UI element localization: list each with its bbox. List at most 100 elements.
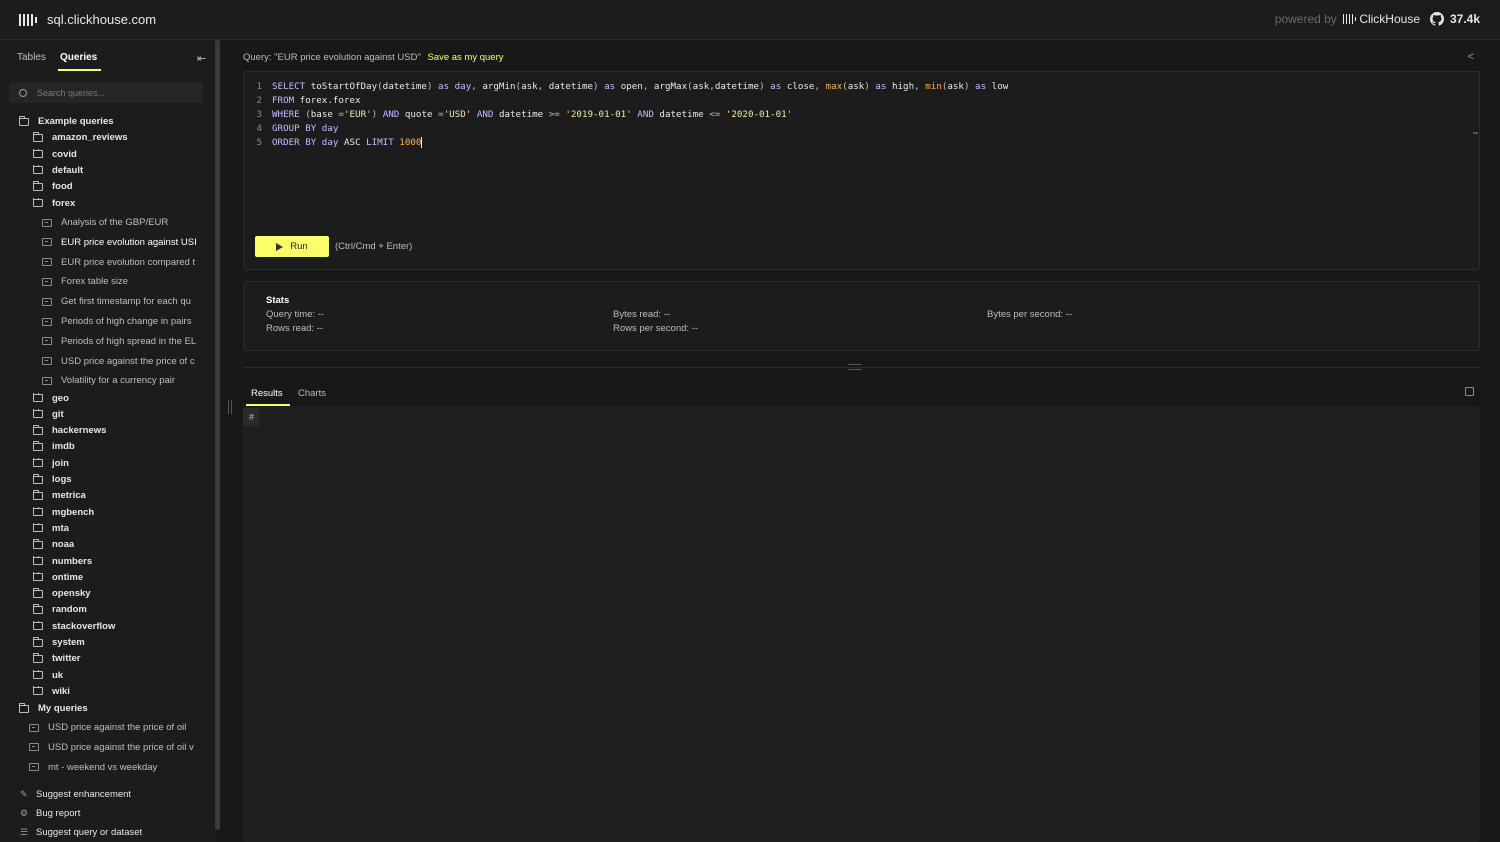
folder-item[interactable]: wiki (33, 685, 202, 697)
code-token: forex.forex (299, 95, 361, 106)
line-number: 1 (256, 81, 262, 92)
lightbulb-icon: ✎ (20, 789, 28, 799)
folder-item[interactable]: logs (33, 474, 202, 485)
tab-results[interactable]: Results (251, 388, 283, 399)
folder-item[interactable]: covid (33, 148, 202, 160)
query-item[interactable]: EUR price evolution compared t (42, 257, 202, 268)
query-item[interactable]: Periods of high change in pairs (42, 316, 202, 327)
github-link[interactable]: 37.4k (1429, 12, 1480, 26)
folder-item[interactable]: uk (33, 669, 202, 681)
folder-item[interactable]: twitter (33, 653, 202, 664)
folder-item[interactable]: amazon_reviews (33, 132, 202, 143)
powered-by[interactable]: powered by ClickHouse (1275, 12, 1420, 26)
folder-icon (19, 116, 29, 126)
query-item[interactable]: EUR price evolution against USI (42, 237, 202, 248)
active-tab-indicator (58, 69, 101, 71)
footer-link[interactable]: ⚙ Bug report (20, 808, 80, 819)
folder-item[interactable]: mgbench (33, 506, 202, 518)
site-title[interactable]: sql.clickhouse.com (47, 12, 156, 27)
github-stars: 37.4k (1449, 12, 1480, 26)
my-query-item[interactable]: mt - weekend vs weekday (29, 762, 202, 773)
folder-my-queries[interactable]: My queries (19, 703, 202, 714)
folder-item[interactable]: numbers (33, 555, 202, 567)
query-item[interactable]: Periods of high spread in the EL (42, 336, 202, 347)
text-cursor (421, 137, 423, 148)
play-icon (276, 242, 284, 251)
results-table[interactable] (243, 406, 1480, 842)
search-box[interactable] (9, 83, 203, 103)
query-item[interactable]: Forex table size (42, 276, 202, 287)
footer-link[interactable]: ☰ Suggest query or dataset (20, 827, 142, 838)
tab-charts[interactable]: Charts (298, 388, 326, 399)
share-icon[interactable]: < (1468, 51, 1474, 63)
folder-item[interactable]: stackoverflow (33, 620, 202, 632)
code-line[interactable]: 1 SELECT toStartOfDay(datetime) as day, a… (244, 81, 1008, 92)
code-token: FROM (272, 95, 300, 106)
tree-item-label: My queries (38, 703, 88, 714)
tab-tables[interactable]: Tables (17, 52, 46, 63)
code-token: quote (404, 109, 439, 120)
folder-item[interactable]: noaa (33, 539, 202, 550)
clickhouse-brand: ClickHouse (1342, 12, 1420, 26)
tree-item-label: metrica (52, 490, 86, 502)
folder-item[interactable]: random (33, 604, 202, 615)
code-token: as (975, 81, 992, 92)
run-button[interactable]: Run (255, 236, 329, 257)
folder-item[interactable]: ontime (33, 571, 202, 583)
clickhouse-logo-icon[interactable] (19, 13, 37, 26)
search-input[interactable] (35, 87, 185, 99)
code-token: ) (426, 81, 439, 92)
folder-icon (33, 392, 43, 402)
code-token: 'USD' (443, 109, 477, 120)
code-token: day (321, 137, 344, 148)
folder-item[interactable]: system (33, 637, 202, 648)
list-icon: ☰ (20, 827, 29, 837)
folder-item[interactable]: default (33, 164, 202, 176)
code-token: close (786, 81, 815, 92)
folder-item[interactable]: metrica (33, 490, 202, 501)
code-line[interactable]: 5 ORDER BY day ASC LIMIT 1000 (244, 137, 423, 148)
query-icon (29, 763, 39, 772)
code-line[interactable]: 2 FROM forex.forex (244, 95, 361, 106)
folder-item[interactable]: imdb (33, 441, 202, 452)
sql-editor[interactable]: 1 SELECT toStartOfDay(datetime) as day, a… (243, 71, 1480, 270)
folder-item[interactable]: git (33, 408, 202, 420)
code-token: , (914, 81, 926, 92)
footer-link[interactable]: ✎ Suggest enhancement (20, 789, 131, 800)
folder-item[interactable]: join (33, 457, 202, 469)
query-item[interactable]: Volatility for a currency pair (42, 375, 202, 386)
code-token: as (875, 81, 892, 92)
sidebar-scrollbar[interactable] (215, 40, 220, 830)
code-token: ask (521, 81, 538, 92)
code-token: ) (963, 81, 976, 92)
tree-item-label: USD price against the price of oil (48, 722, 187, 733)
resize-handle[interactable] (848, 364, 862, 370)
sidebar-resize-handle[interactable] (228, 400, 232, 414)
folder-example-queries[interactable]: Example queries (19, 116, 202, 127)
query-icon (42, 337, 52, 346)
save-query-link[interactable]: Save as my query (427, 52, 503, 63)
folder-item[interactable]: opensky (33, 588, 202, 599)
folder-item[interactable]: geo (33, 392, 202, 404)
code-line[interactable]: 3 WHERE (base = 'EUR') AND quote = 'USD' AN… (244, 109, 792, 120)
query-item[interactable]: USD price against the price of c (42, 356, 202, 367)
code-line[interactable]: 4 GROUP BY day (244, 123, 338, 134)
code-token: ) (371, 109, 383, 120)
code-token: min (925, 81, 942, 92)
folder-item[interactable]: food (33, 181, 202, 192)
footer-link-label: Suggest query or dataset (36, 827, 143, 838)
tab-queries[interactable]: Queries (60, 52, 97, 63)
folder-item[interactable]: mta (33, 522, 202, 534)
collapse-sidebar-icon[interactable]: ⇤ (197, 52, 206, 65)
query-item[interactable]: Get first timestamp for each qu (42, 296, 202, 307)
query-item[interactable]: Analysis of the GBP/EUR (42, 217, 202, 228)
folder-item[interactable]: hackernews (33, 425, 202, 436)
export-icon[interactable] (1465, 387, 1474, 396)
my-query-item[interactable]: USD price against the price of oil (29, 722, 202, 733)
folder-forex[interactable]: forex (33, 197, 202, 209)
code-token: high (891, 81, 915, 92)
github-icon (1429, 12, 1444, 26)
my-query-item[interactable]: USD price against the price of oil v (29, 742, 202, 753)
folder-icon (33, 555, 43, 565)
query-icon (42, 376, 52, 385)
